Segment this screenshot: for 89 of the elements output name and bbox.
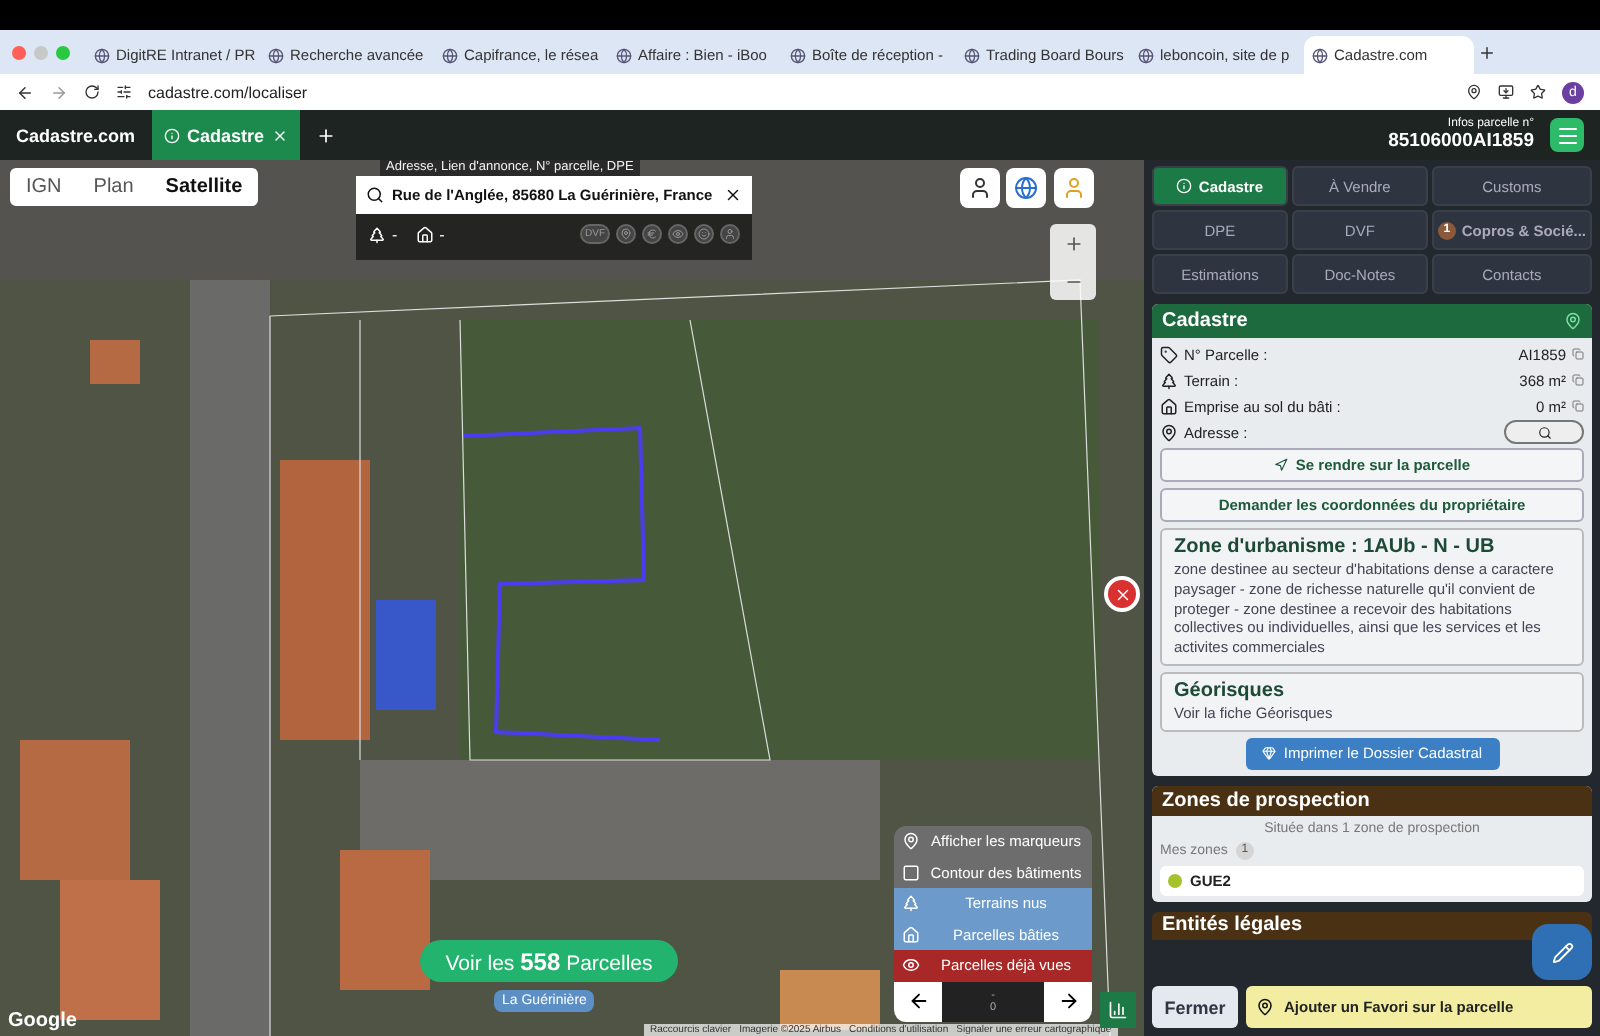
map-pin-icon — [1160, 423, 1178, 441]
filter-count: - — [392, 225, 398, 243]
map-layer-tab[interactable]: Satellite — [149, 168, 259, 206]
app-tab[interactable]: Cadastre — [151, 110, 301, 160]
house-icon — [902, 925, 920, 944]
tree-icon — [368, 225, 386, 243]
stats-button[interactable] — [1100, 992, 1136, 1028]
globe-icon — [1138, 47, 1154, 63]
back-icon — [16, 83, 34, 101]
edit-button[interactable] — [1532, 924, 1592, 980]
globe-icon — [790, 47, 806, 63]
plus-icon — [1063, 233, 1083, 253]
globe-icon — [616, 47, 632, 63]
address-bar-url[interactable]: cadastre.com/localiser — [148, 83, 1450, 101]
address-search-button[interactable] — [1504, 420, 1584, 444]
filter-count: - — [439, 225, 445, 243]
eye-icon — [672, 228, 684, 240]
risks-title: Géorisques — [1174, 679, 1287, 702]
legal-entities-header: Entités légales — [1152, 911, 1592, 939]
close-icon — [272, 127, 289, 143]
menu-button[interactable] — [1550, 118, 1584, 152]
street-view-button[interactable] — [960, 168, 1000, 208]
tree-icon — [1160, 371, 1178, 389]
brand-logo: Cadastre.com — [16, 125, 136, 145]
diamond-icon — [1261, 746, 1276, 760]
map-pin-icon — [1256, 998, 1274, 1016]
parcel-id: 85106000AI1859 — [1388, 130, 1534, 152]
map-pin-icon — [1564, 312, 1582, 330]
person-icon — [968, 176, 992, 200]
window-minimize-dot[interactable] — [34, 45, 48, 59]
person-icon — [1062, 176, 1086, 200]
euro-toggle[interactable] — [642, 224, 662, 244]
globe-icon — [1312, 47, 1328, 63]
bookmark-star-icon — [1530, 84, 1546, 100]
google-logo: Google — [8, 1010, 77, 1032]
map-layer-tab[interactable]: Plan — [77, 168, 150, 206]
add-tab-icon — [316, 125, 337, 145]
square-icon — [902, 863, 920, 882]
map-layer-tab[interactable]: IGN — [10, 168, 78, 206]
copy-icon — [1572, 374, 1584, 386]
map-pin-icon — [620, 228, 632, 240]
tag-icon — [1160, 345, 1178, 363]
navigation-arrow-icon — [1273, 458, 1288, 472]
window-close-dot[interactable] — [12, 45, 26, 59]
arrow-left-icon — [907, 990, 929, 1012]
copy-icon — [1572, 348, 1584, 360]
house-icon — [415, 225, 434, 243]
search-icon — [1537, 425, 1551, 439]
globe-icon — [268, 47, 284, 63]
smile-toggle[interactable] — [694, 224, 714, 244]
eye-toggle[interactable] — [668, 224, 688, 244]
previous-button[interactable] — [894, 981, 942, 1021]
close-button[interactable]: Fermer — [1152, 986, 1238, 1028]
house-icon — [1160, 397, 1178, 415]
new-tab-icon — [1478, 43, 1496, 61]
arrow-right-icon — [1057, 990, 1079, 1012]
clear-icon — [724, 186, 742, 204]
tree-icon — [902, 894, 920, 913]
euro-icon — [646, 228, 658, 240]
bar-chart-icon — [1108, 1000, 1128, 1020]
pencil-icon — [1551, 941, 1573, 963]
window-maximize-dot[interactable] — [56, 45, 70, 59]
zoning-title: Zone d'urbanisme : 1AUb - N - UB — [1174, 536, 1497, 558]
eye-icon — [902, 956, 920, 975]
copy-icon — [1572, 400, 1584, 412]
forward-icon — [50, 83, 68, 101]
search-icon — [366, 186, 384, 204]
info-icon — [1176, 178, 1193, 194]
globe-icon — [964, 47, 980, 63]
globe-icon — [442, 47, 458, 63]
globe-button[interactable] — [1006, 168, 1046, 208]
card-title: Cadastre — [1162, 310, 1248, 332]
site-settings-icon — [116, 84, 132, 100]
close-icon — [1113, 585, 1131, 603]
smile-icon — [698, 228, 710, 240]
reload-icon — [84, 84, 100, 100]
pegman-button[interactable] — [1054, 168, 1094, 208]
info-icon — [163, 127, 180, 143]
pin-toggle[interactable] — [616, 224, 636, 244]
person-toggle[interactable] — [720, 224, 740, 244]
card-title: Zones de prospection — [1162, 789, 1370, 811]
globe-icon — [94, 47, 110, 63]
location-icon — [1466, 84, 1482, 100]
next-button[interactable] — [1044, 981, 1092, 1021]
map-pin-icon — [902, 832, 920, 851]
menu-icon — [1555, 123, 1579, 147]
person-icon — [724, 228, 736, 240]
install-icon — [1498, 84, 1514, 100]
globe-icon — [1014, 176, 1038, 200]
